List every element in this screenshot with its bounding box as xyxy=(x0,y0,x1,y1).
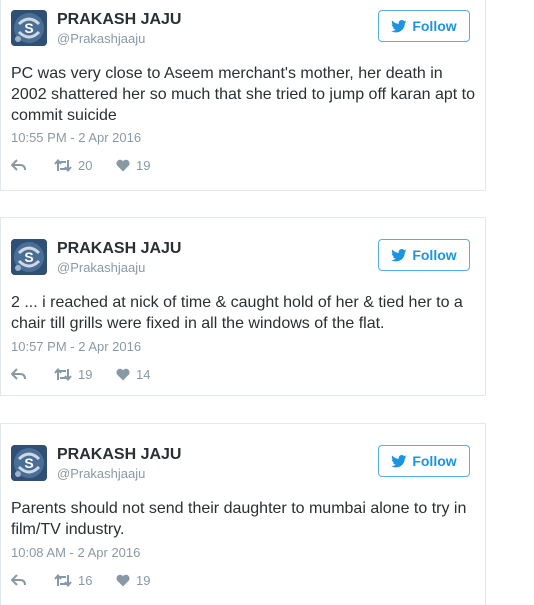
tweet-feed: S PRAKASH JAJU @Prakashjaaju Follow PC w… xyxy=(0,0,534,605)
retweet-button[interactable]: 20 xyxy=(54,158,116,173)
tweet-card: S PRAKASH JAJU @Prakashjaaju Follow PC w… xyxy=(0,0,486,191)
reply-icon xyxy=(11,574,26,586)
reply-icon xyxy=(11,368,26,380)
display-name[interactable]: PRAKASH JAJU xyxy=(57,240,181,258)
tweet-actions: 19 14 xyxy=(11,364,150,384)
user-handle[interactable]: @Prakashjaaju xyxy=(57,31,145,46)
avatar[interactable]: S xyxy=(11,10,47,46)
like-count: 19 xyxy=(136,572,151,588)
tweet-actions: 20 19 xyxy=(11,155,150,175)
reply-button[interactable] xyxy=(11,574,54,586)
retweet-count: 16 xyxy=(78,572,93,588)
svg-text:S: S xyxy=(24,455,33,471)
tweet-card: S PRAKASH JAJU @Prakashjaaju Follow 2 ..… xyxy=(0,217,486,396)
twitter-bird-icon xyxy=(391,454,407,467)
like-button[interactable]: 19 xyxy=(116,573,150,588)
reply-button[interactable] xyxy=(11,368,54,380)
heart-icon xyxy=(116,159,130,171)
heart-icon xyxy=(116,368,130,380)
follow-button[interactable]: Follow xyxy=(378,10,470,42)
display-name[interactable]: PRAKASH JAJU xyxy=(57,446,181,464)
tweet-card: S PRAKASH JAJU @Prakashjaaju Follow Pare… xyxy=(0,423,486,605)
follow-label: Follow xyxy=(412,18,457,34)
user-handle[interactable]: @Prakashjaaju xyxy=(57,466,145,481)
svg-text:S: S xyxy=(24,249,33,265)
heart-icon xyxy=(116,574,130,586)
follow-label: Follow xyxy=(412,247,457,263)
avatar-image: S xyxy=(11,10,47,46)
like-count: 14 xyxy=(136,366,151,382)
retweet-icon xyxy=(54,573,72,587)
retweet-icon xyxy=(54,158,72,172)
tweet-text: PC was very close to Aseem merchant's mo… xyxy=(11,65,475,124)
twitter-bird-icon xyxy=(391,19,407,32)
svg-text:S: S xyxy=(24,20,33,36)
user-handle[interactable]: @Prakashjaaju xyxy=(57,260,145,275)
tweet-text: 2 ... i reached at nick of time & caught… xyxy=(11,294,463,332)
retweet-button[interactable]: 19 xyxy=(54,367,116,382)
avatar-image: S xyxy=(11,445,47,481)
like-count: 19 xyxy=(136,157,151,173)
retweet-icon xyxy=(54,367,72,381)
tweet-timestamp[interactable]: 10:08 AM - 2 Apr 2016 xyxy=(11,545,140,560)
like-button[interactable]: 14 xyxy=(116,367,150,382)
retweet-button[interactable]: 16 xyxy=(54,573,116,588)
like-button[interactable]: 19 xyxy=(116,158,150,173)
retweet-count: 19 xyxy=(78,366,93,382)
tweet-timestamp[interactable]: 10:57 PM - 2 Apr 2016 xyxy=(11,339,141,354)
avatar[interactable]: S xyxy=(11,445,47,481)
display-name[interactable]: PRAKASH JAJU xyxy=(57,11,181,29)
tweet-actions: 16 19 xyxy=(11,570,150,590)
follow-button[interactable]: Follow xyxy=(378,445,470,477)
avatar-image: S xyxy=(11,239,47,275)
avatar[interactable]: S xyxy=(11,239,47,275)
follow-label: Follow xyxy=(412,453,457,469)
twitter-bird-icon xyxy=(391,248,407,261)
reply-button[interactable] xyxy=(11,159,54,171)
reply-icon xyxy=(11,159,26,171)
tweet-timestamp[interactable]: 10:55 PM - 2 Apr 2016 xyxy=(11,130,141,145)
retweet-count: 20 xyxy=(78,157,93,173)
tweet-text: Parents should not send their daughter t… xyxy=(11,500,467,538)
follow-button[interactable]: Follow xyxy=(378,239,470,271)
